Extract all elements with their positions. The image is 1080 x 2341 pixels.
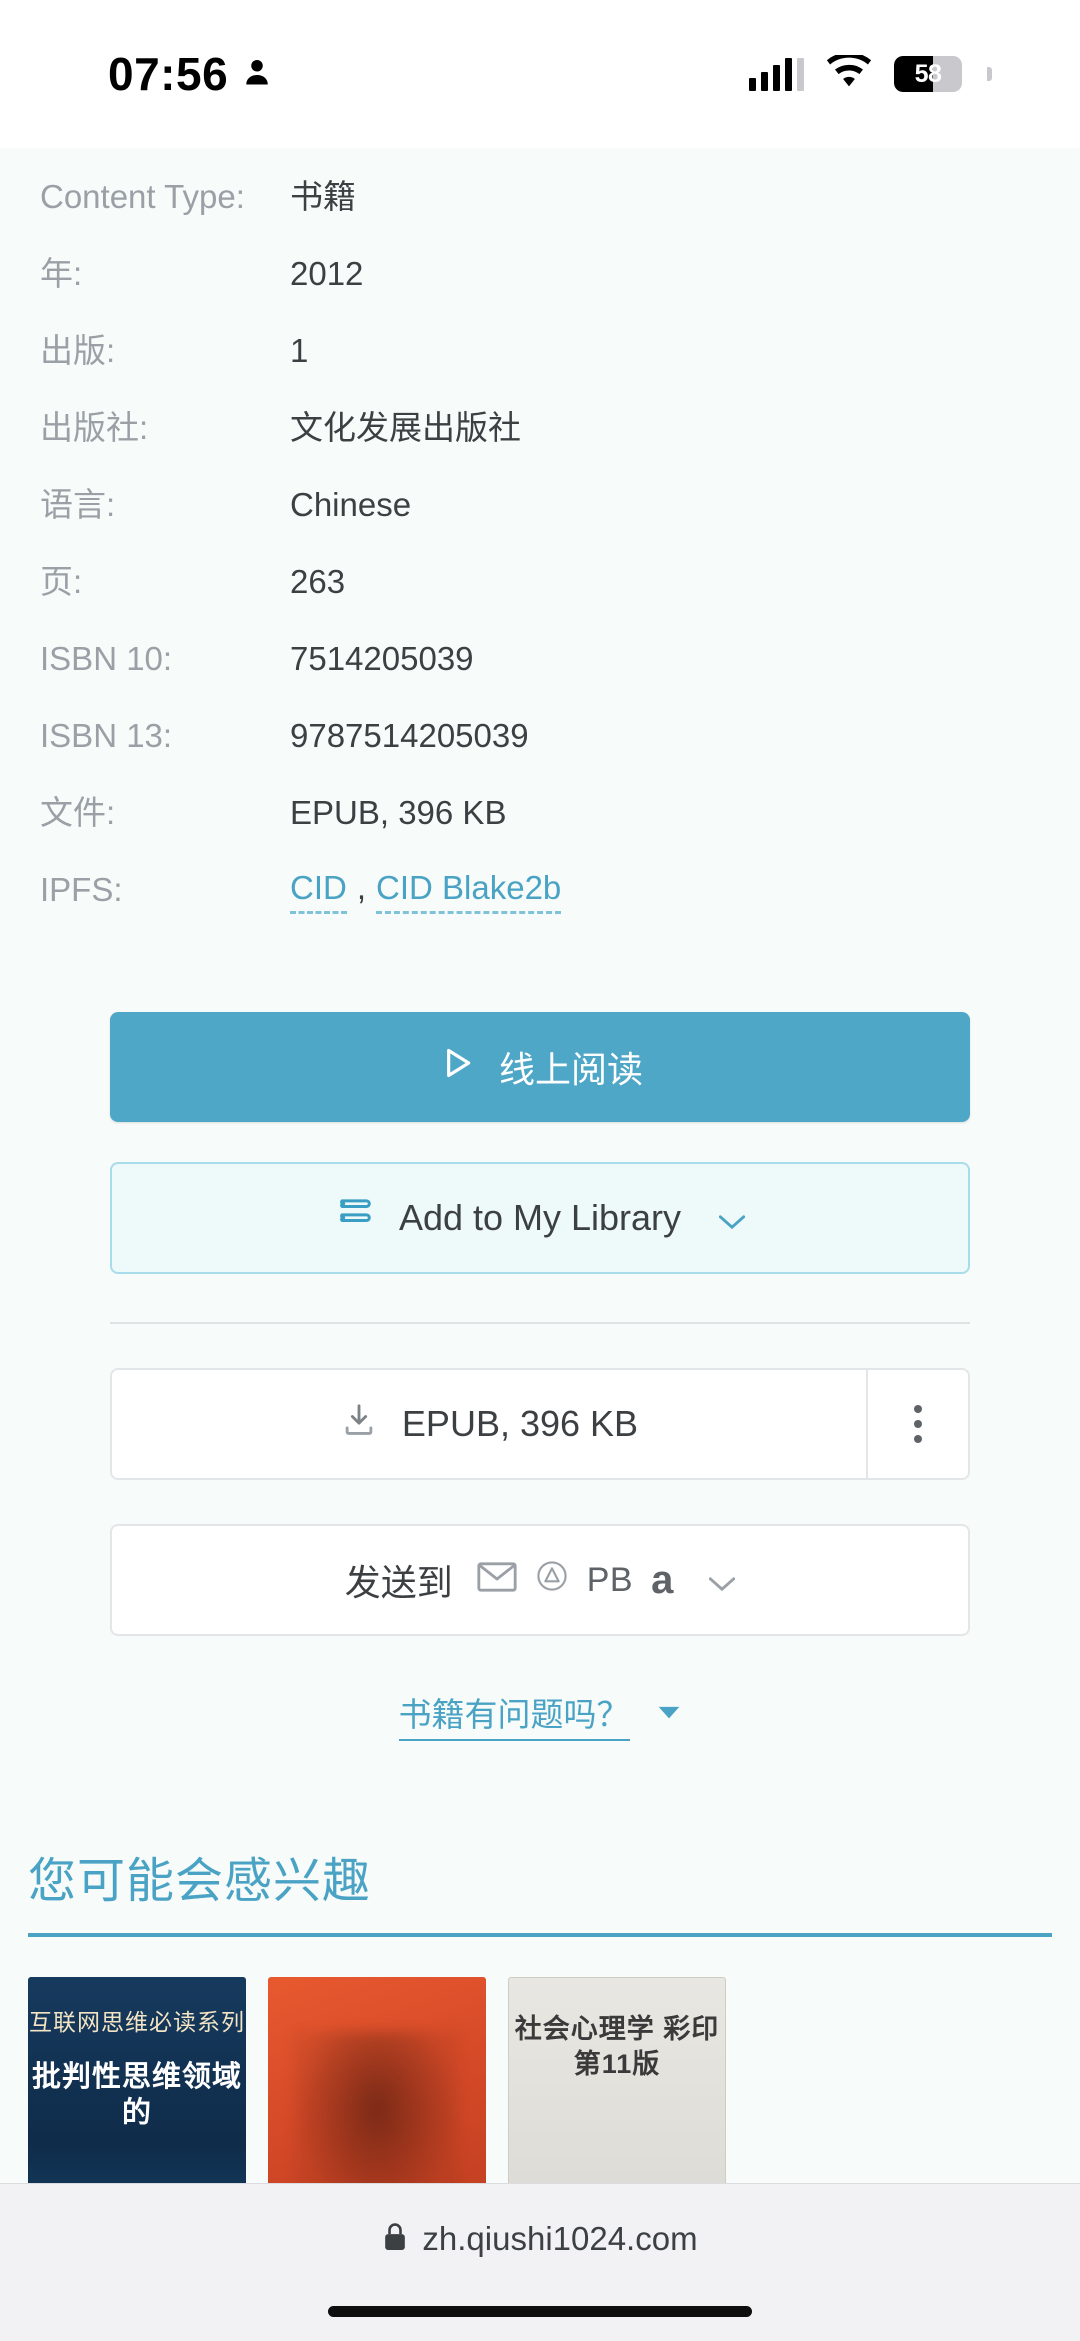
home-indicator[interactable] [328, 2306, 752, 2317]
page-content: Content Type: 书籍 年: 2012 出版: 1 出版社: 文化发展… [0, 148, 1080, 2341]
read-online-button[interactable]: 线上阅读 [110, 1012, 970, 1122]
url-text: zh.qiushi1024.com [422, 2220, 698, 2257]
metadata-value: Chinese [290, 486, 412, 523]
table-row: 页: 263 [0, 557, 1080, 634]
status-bar-right: 58 [749, 51, 1022, 94]
pocketbook-icon[interactable]: PB [587, 1561, 633, 1600]
metadata-value: 263 [290, 563, 346, 600]
metadata-table: Content Type: 书籍 年: 2012 出版: 1 出版社: 文化发展… [0, 148, 1080, 942]
link-separator: , [356, 869, 367, 906]
add-to-library-label: Add to My Library [398, 1197, 682, 1238]
battery-icon: 58 [894, 56, 962, 92]
metadata-value: 书籍 [290, 178, 356, 215]
table-row-ipfs: IPFS: CID , CID Blake2b [0, 865, 1080, 942]
status-bar: 07:56 58 [0, 0, 1080, 148]
download-button[interactable]: EPUB, 396 KB [112, 1370, 866, 1478]
status-bar-left: 07:56 [0, 51, 272, 97]
report-problem-link[interactable]: 书籍有问题吗？ [398, 1688, 630, 1741]
table-row: ISBN 10: 7514205039 [0, 634, 1080, 711]
metadata-label: 年: [40, 255, 83, 292]
metadata-label: 出版: [40, 332, 116, 369]
table-row: Content Type: 书籍 [0, 172, 1080, 249]
battery-cap-icon [987, 67, 992, 81]
download-label: EPUB, 396 KB [401, 1403, 639, 1444]
metadata-label: IPFS: [40, 871, 123, 908]
email-icon[interactable] [477, 1559, 517, 1601]
chevron-down-icon[interactable] [709, 1559, 736, 1601]
metadata-value: 9787514205039 [290, 717, 529, 754]
lock-icon [382, 2221, 408, 2258]
ipfs-links: CID , CID Blake2b [290, 865, 562, 914]
book-cover-1-line2: 批判性思维领域的 [31, 2061, 242, 2130]
section-divider [110, 1322, 970, 1324]
table-row: 语言: Chinese [0, 480, 1080, 557]
wifi-icon [826, 51, 872, 94]
url-bar[interactable]: zh.qiushi1024.com [382, 2220, 698, 2258]
play-triangle-icon [437, 1041, 477, 1094]
drive-icon[interactable] [535, 1559, 569, 1601]
table-row: 文件: EPUB, 396 KB [0, 788, 1080, 865]
battery-percent: 58 [914, 60, 942, 88]
more-vertical-icon [914, 1405, 922, 1443]
chevron-down-icon[interactable] [718, 1197, 746, 1239]
metadata-label: ISBN 13: [40, 717, 173, 754]
metadata-label: 页: [40, 563, 83, 600]
metadata-label: ISBN 10: [40, 640, 173, 677]
heading-underline [28, 1933, 1052, 1937]
book-cover-1-line1: 互联网思维必读系列 [29, 2009, 245, 2035]
amazon-icon[interactable]: a [651, 1560, 673, 1600]
browser-bottom-bar: zh.qiushi1024.com [0, 2183, 1080, 2341]
book-cover-3-line1: 社会心理学 彩印 第11版 [514, 2014, 720, 2080]
stacked-books-icon [335, 1193, 377, 1244]
send-to-label: 发送到 [344, 1562, 453, 1603]
send-to-row[interactable]: 发送到 PB a [110, 1524, 970, 1636]
download-icon [340, 1401, 378, 1448]
metadata-value: 1 [290, 332, 309, 369]
metadata-label: 出版社: [40, 409, 149, 446]
metadata-value: EPUB, 396 KB [290, 794, 507, 831]
cid-blake2b-link[interactable]: CID Blake2b [376, 869, 562, 914]
add-to-library-button[interactable]: Add to My Library [110, 1162, 970, 1274]
metadata-label: 语言: [40, 486, 116, 523]
cellular-signal-icon [749, 57, 804, 91]
more-options-button[interactable] [866, 1370, 968, 1478]
table-row: 出版社: 文化发展出版社 [0, 403, 1080, 480]
metadata-label: 文件: [40, 794, 116, 831]
table-row: 出版: 1 [0, 326, 1080, 403]
read-online-label: 线上阅读 [498, 1049, 643, 1090]
phone-screen: 07:56 58 Content Type: 书籍 年: 2012 出版: 1 … [0, 0, 1080, 2341]
recommendations-heading: 您可能会感兴趣 [28, 1855, 372, 1908]
table-row: 年: 2012 [0, 249, 1080, 326]
cid-link[interactable]: CID [290, 869, 347, 914]
metadata-value: 文化发展出版社 [290, 409, 521, 446]
status-time: 07:56 [108, 48, 229, 100]
metadata-value: 7514205039 [290, 640, 474, 677]
download-row: EPUB, 396 KB [110, 1368, 970, 1480]
caret-down-icon[interactable] [656, 1703, 682, 1726]
metadata-label: Content Type: [40, 178, 245, 215]
action-area: 线上阅读 Add to My Library EPUB, 396 KB 发送到 … [0, 942, 1080, 1741]
table-row: ISBN 13: 9787514205039 [0, 711, 1080, 788]
metadata-value: 2012 [290, 255, 364, 292]
person-icon [242, 55, 272, 94]
report-problem-row: 书籍有问题吗？ [110, 1688, 970, 1741]
